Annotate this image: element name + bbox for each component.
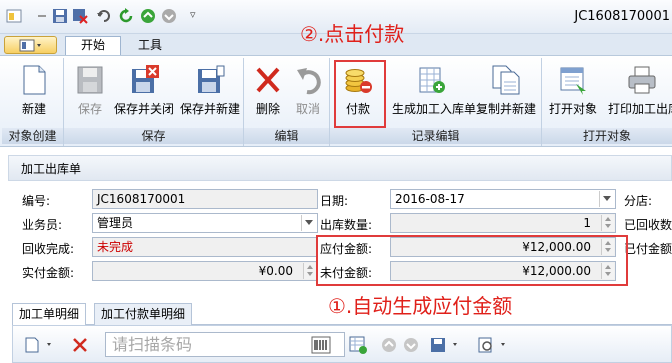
date-field[interactable]: 2016-08-17: [390, 189, 616, 209]
save-close-icon[interactable]: [72, 8, 88, 24]
pay-button-highlight: [334, 60, 386, 128]
undo-gray-icon: [297, 68, 321, 95]
print-button[interactable]: 打印加工出库: [608, 60, 672, 126]
form-section-title: 加工出库单: [8, 155, 672, 181]
tab-payment-detail[interactable]: 加工付款单明细: [94, 303, 193, 325]
generate-store-in-label: 生成加工入库单: [392, 102, 477, 116]
application-menu-button[interactable]: [4, 36, 57, 54]
document-title: JC1608170001: [574, 9, 670, 24]
app-menu-icon[interactable]: [6, 8, 22, 24]
undo-arrow-icon[interactable]: [96, 8, 112, 24]
grid-list-icon[interactable]: [349, 336, 367, 354]
group-label-edit: 编辑: [244, 128, 329, 144]
staff-select[interactable]: 管理员: [92, 213, 318, 233]
new-button[interactable]: 新建: [12, 60, 56, 126]
cancel-button[interactable]: 取消: [290, 60, 326, 126]
group-label-record: 记录编辑: [330, 128, 541, 144]
search-settings-icon[interactable]: [477, 336, 511, 354]
new-label: 新建: [21, 102, 46, 116]
date-label: 日期:: [320, 194, 349, 208]
up-circle-icon[interactable]: [140, 8, 156, 24]
step2-annotation: ②.点击付款: [300, 22, 405, 46]
tab-start[interactable]: 开始: [65, 36, 121, 55]
app-window: ▿ JC1608170001 开始 工具 新建 对象创建 保存 保存并关闭 保存…: [0, 0, 672, 363]
paid-amount-right-label: 已付金额: [624, 242, 672, 256]
cancel-label: 取消: [295, 102, 320, 116]
save-label: 保存: [77, 102, 102, 116]
group-save: 保存 保存并关闭 保存并新建 保存: [64, 58, 244, 146]
save-close-disk-icon: [132, 65, 159, 93]
menu-icon: [19, 39, 41, 52]
qty-spinner-icon[interactable]: [601, 215, 614, 231]
undo-icon[interactable]: [34, 8, 50, 24]
delete-label: 删除: [255, 102, 280, 116]
paid-spinner-icon[interactable]: [303, 263, 316, 279]
group-label-save: 保存: [64, 128, 243, 144]
qty-label: 出库数量:: [320, 218, 373, 232]
new-document-icon: [23, 65, 46, 95]
detail-tab-row: 加工单明细 加工付款单明细: [12, 303, 672, 325]
save-new-label: 保存并新建: [179, 102, 240, 116]
staff-label: 业务员:: [22, 218, 63, 232]
save-new-disk-icon: [198, 65, 225, 93]
import-icon[interactable]: [429, 336, 463, 354]
copy-new-button[interactable]: 复制并新建: [476, 60, 536, 126]
save-icon[interactable]: [52, 8, 68, 24]
group-edit: 删除 取消 编辑: [244, 58, 330, 146]
qty-value: 1: [583, 216, 591, 230]
staff-dropdown-icon[interactable]: [301, 215, 316, 231]
tab-processing-detail[interactable]: 加工单明细: [12, 303, 87, 325]
detail-toolbar: 请扫描条码: [12, 325, 672, 363]
copy-new-label: 复制并新建: [475, 102, 536, 116]
paid-amount-label: 实付金额:: [22, 266, 75, 280]
generate-table-icon: [419, 67, 445, 93]
copy-document-icon: [492, 65, 520, 95]
tab-tools[interactable]: 工具: [124, 36, 176, 55]
branch-label: 分店:: [624, 194, 653, 208]
barcode-icon[interactable]: [311, 336, 331, 354]
save-close-button[interactable]: 保存并关闭: [114, 60, 174, 126]
refresh-icon[interactable]: [118, 8, 134, 24]
group-open-object: 打开对象 打印加工出库 打开对象: [542, 58, 672, 146]
open-object-button[interactable]: 打开对象: [548, 60, 598, 126]
amount-highlight: [316, 235, 628, 286]
printer-icon: [628, 66, 656, 94]
customize-dropdown-icon[interactable]: ▿: [190, 8, 196, 21]
group-label-create: 对象创建: [2, 128, 63, 144]
date-dropdown-icon[interactable]: [599, 191, 614, 207]
delete-row-icon[interactable]: [71, 336, 89, 354]
move-down-icon[interactable]: [403, 337, 419, 353]
barcode-scan-input[interactable]: 请扫描条码: [105, 332, 345, 357]
qty-field[interactable]: 1: [390, 213, 616, 233]
new-row-icon[interactable]: [23, 336, 57, 354]
save-new-button[interactable]: 保存并新建: [180, 60, 240, 126]
number-field[interactable]: JC1608170001: [92, 189, 318, 209]
number-label: 编号:: [22, 194, 51, 208]
save-disk-icon: [77, 66, 103, 94]
date-value: 2016-08-17: [395, 192, 465, 206]
save-button[interactable]: 保存: [70, 60, 110, 126]
delete-button[interactable]: 删除: [250, 60, 286, 126]
print-label: 打印加工出库: [608, 102, 672, 116]
save-close-label: 保存并关闭: [113, 102, 174, 116]
recovered-qty-label: 已回收数: [624, 218, 672, 232]
group-object-create: 新建 对象创建: [2, 58, 64, 146]
group-label-open: 打开对象: [542, 128, 672, 144]
staff-value: 管理员: [97, 216, 134, 230]
paid-amount-value: ¥0.00: [258, 264, 293, 278]
paid-amount-field[interactable]: ¥0.00: [92, 261, 318, 281]
delete-x-icon: [256, 67, 280, 93]
generate-store-in-button[interactable]: 生成加工入库单: [392, 60, 476, 126]
move-up-icon[interactable]: [381, 337, 397, 353]
recv-complete-label: 回收完成:: [22, 242, 75, 256]
open-object-label: 打开对象: [548, 102, 597, 116]
down-circle-icon[interactable]: [161, 8, 177, 24]
recv-complete-field[interactable]: 未完成: [92, 237, 318, 257]
open-object-icon: [560, 67, 586, 95]
